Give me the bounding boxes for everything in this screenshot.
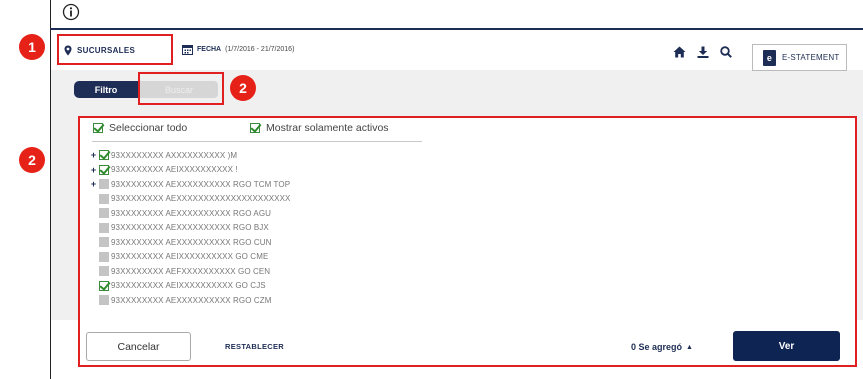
date-range: (1/7/2016 - 21/7/2016) (225, 46, 295, 53)
annotation-box-1 (57, 34, 173, 65)
tab-fecha[interactable]: FECHA (1/7/2016 - 21/7/2016) (182, 44, 294, 55)
annotation-badge-1: 1 (19, 34, 45, 60)
e-statement-button[interactable]: e E-STATEMENT (752, 44, 847, 71)
info-icon[interactable] (62, 3, 80, 21)
home-icon[interactable] (673, 46, 686, 58)
annotation-box-2-buscar (138, 72, 224, 105)
e-statement-icon: e (763, 49, 776, 66)
download-icon[interactable] (697, 46, 709, 58)
header-actions (673, 46, 732, 58)
annotation-badge-2-buscar: 2 (230, 75, 256, 101)
e-statement-label: E-STATEMENT (782, 53, 840, 62)
annotation-badge-2-panel: 2 (19, 147, 45, 173)
calendar-icon (182, 45, 193, 55)
annotation-box-2-panel (78, 116, 857, 367)
filtro-tab[interactable]: Filtro (74, 81, 138, 98)
search-icon[interactable] (720, 46, 732, 58)
tab-fecha-label: FECHA (197, 46, 222, 53)
